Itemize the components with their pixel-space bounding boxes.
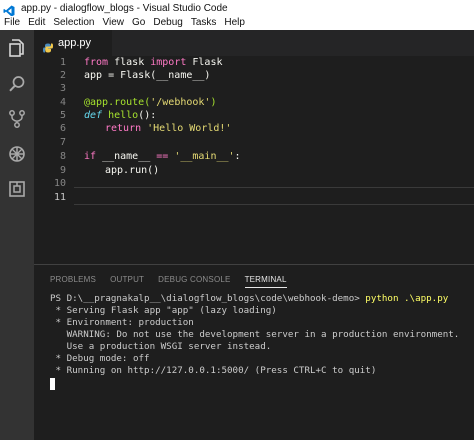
menu-help[interactable]: Help: [224, 16, 245, 30]
terminal-output-line: * Debug mode: off: [50, 353, 150, 364]
code-line-9: app.run(): [105, 164, 159, 177]
menu-go[interactable]: Go: [132, 16, 145, 30]
code-line-4: @app.route('/webhook'): [84, 96, 216, 109]
code-line-1: from flask import Flask: [84, 56, 223, 69]
code-token: ==: [156, 151, 169, 162]
code-token: from: [84, 57, 109, 68]
line-number: 4: [59, 97, 66, 108]
code-line-2: app = Flask(__name__): [84, 69, 210, 82]
tab-label: app.py: [58, 37, 92, 49]
code-token: return: [105, 123, 142, 134]
line-number: 5: [59, 110, 66, 121]
tab-terminal[interactable]: TERMINAL: [244, 275, 287, 288]
line-number-active: 11: [53, 192, 66, 203]
python-file-icon: [43, 38, 53, 53]
activity-bar: [0, 30, 34, 440]
tab-output[interactable]: OUTPUT: [110, 275, 144, 288]
window-title: app.py - dialogflow_blogs - Visual Studi…: [21, 2, 228, 14]
source-control-icon[interactable]: [5, 107, 29, 131]
terminal-output-line: * Environment: production: [50, 317, 194, 328]
code-token: :: [234, 151, 241, 162]
line-number: 7: [59, 137, 66, 148]
terminal-output-line: WARNING: Do not use the development serv…: [50, 329, 460, 340]
menu-tasks[interactable]: Tasks: [191, 16, 217, 30]
current-line-highlight: [74, 187, 474, 205]
title-bar: app.py - dialogflow_blogs - Visual Studi…: [0, 0, 474, 17]
code-line-6: return 'Hello World!': [105, 122, 231, 135]
menu-bar: File Edit Selection View Go Debug Tasks …: [0, 16, 474, 30]
code-token: ): [210, 97, 217, 108]
menu-debug[interactable]: Debug: [153, 16, 182, 30]
code-token: app = Flask(__name__): [84, 70, 211, 81]
code-token: '/webhook': [150, 97, 211, 108]
tab-problems[interactable]: PROBLEMS: [50, 275, 96, 288]
terminal-output-line: * Serving Flask app "app" (lazy loading): [50, 305, 277, 316]
code-token: @app.route(: [84, 97, 151, 108]
tab-app-py[interactable]: app.py: [34, 30, 112, 56]
terminal-prompt-line: PS D:\__pragnakalp__\dialogflow_blogs\co…: [50, 293, 448, 305]
panel-tabs: PROBLEMS OUTPUT DEBUG CONSOLE TERMINAL: [50, 275, 301, 288]
menu-edit[interactable]: Edit: [28, 16, 45, 30]
editor-tabs: app.py: [34, 30, 474, 56]
line-number: 8: [59, 151, 66, 162]
terminal-command: python .\app.py: [359, 293, 449, 304]
tab-debug-console[interactable]: DEBUG CONSOLE: [158, 275, 230, 288]
terminal-output-line: Use a production WSGI server instead.: [50, 341, 272, 352]
code-token: __name__: [96, 151, 157, 162]
terminal-prompt: PS D:\__pragnakalp__\dialogflow_blogs\co…: [50, 293, 360, 304]
files-icon[interactable]: [5, 36, 29, 60]
line-number: 9: [59, 165, 66, 176]
line-number: 6: [59, 123, 66, 134]
debug-icon[interactable]: [5, 142, 29, 166]
code-token: Flask: [186, 57, 223, 68]
vscode-logo-icon: [3, 2, 15, 17]
code-token: app.run(): [105, 165, 160, 176]
code-token: hello: [102, 110, 139, 121]
terminal-output-line: * Running on http://127.0.0.1:5000/ (Pre…: [50, 365, 377, 376]
line-number: 3: [59, 83, 66, 94]
code-token: import: [150, 57, 187, 68]
code-token: if: [84, 151, 97, 162]
extensions-icon[interactable]: [5, 177, 29, 201]
terminal-cursor: [50, 378, 55, 390]
search-icon[interactable]: [5, 72, 29, 96]
code-token: flask: [108, 57, 151, 68]
code-token: 'Hello World!': [141, 123, 232, 134]
line-number: 2: [59, 70, 66, 81]
line-number: 10: [53, 178, 66, 189]
menu-file[interactable]: File: [4, 16, 20, 30]
menu-selection[interactable]: Selection: [53, 16, 94, 30]
code-token: def: [84, 110, 103, 121]
code-line-8: if __name__ == '__main__':: [84, 150, 241, 163]
code-token: '__main__': [168, 151, 235, 162]
code-line-5: def hello():: [84, 109, 156, 122]
menu-view[interactable]: View: [103, 16, 125, 30]
code-token: ():: [138, 110, 157, 121]
line-number: 1: [59, 57, 66, 68]
